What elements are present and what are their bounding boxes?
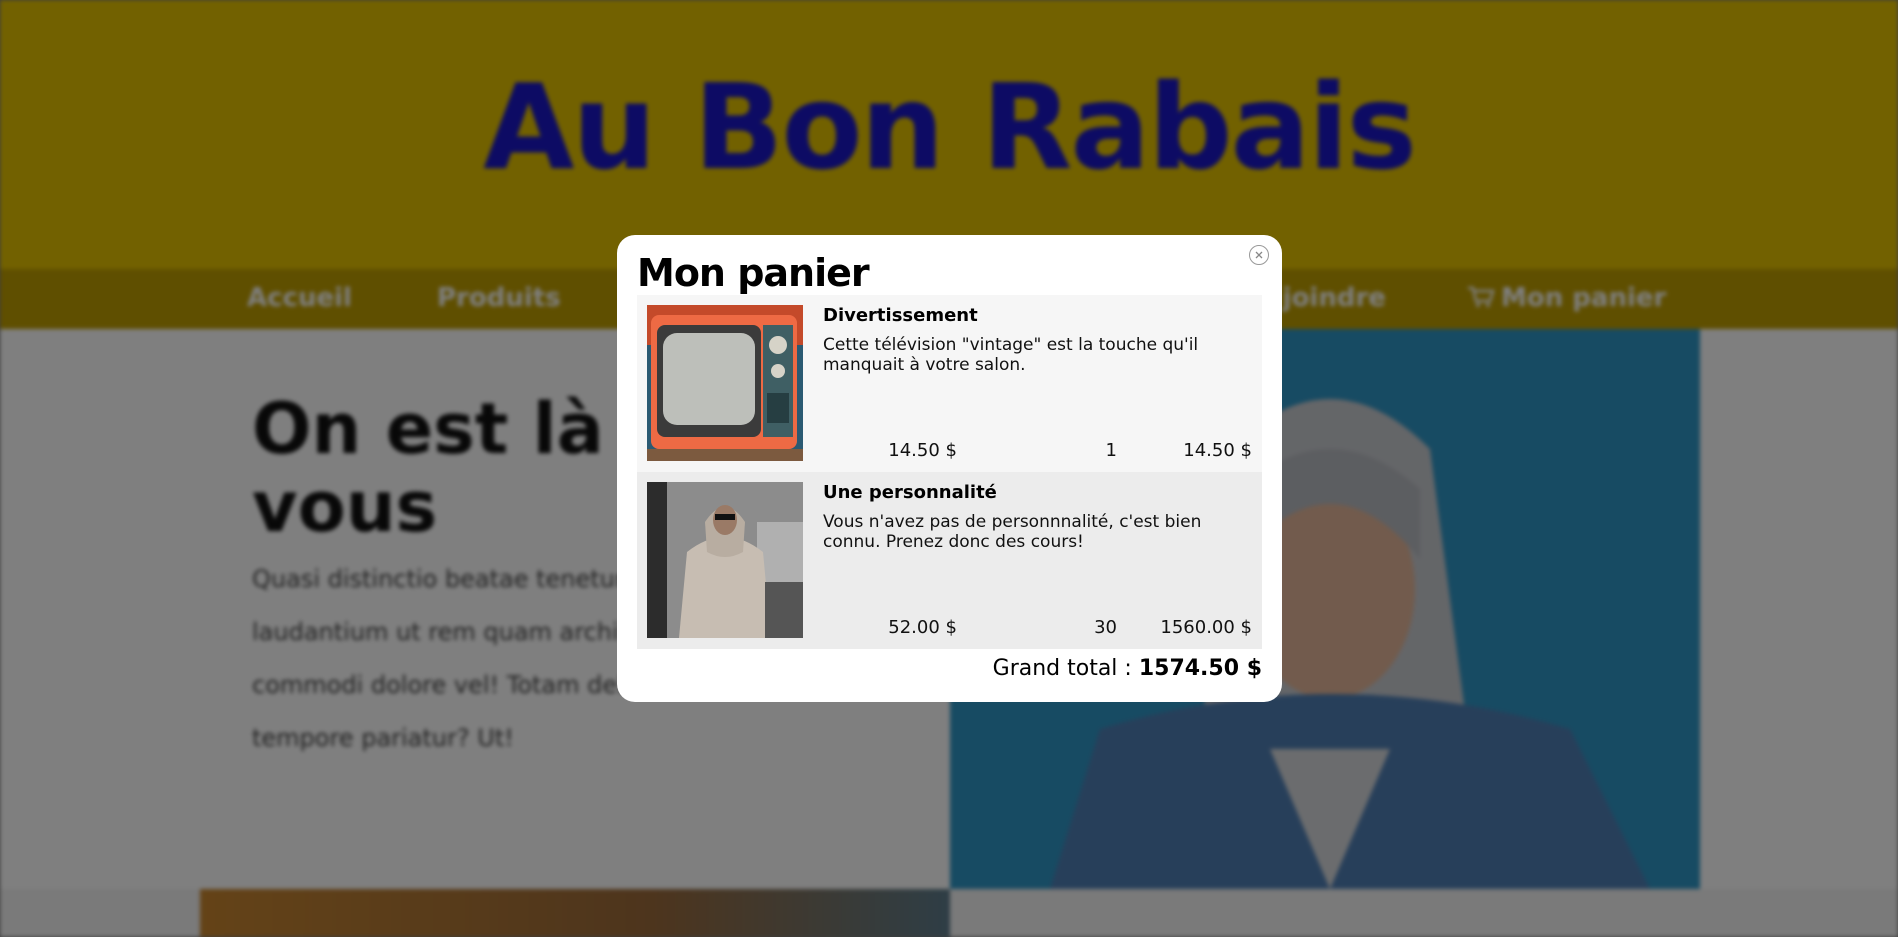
item-total: 1560.00 $	[1160, 617, 1252, 638]
grand-total-label: Grand total :	[992, 656, 1139, 681]
grand-total: Grand total : 1574.50 $	[993, 656, 1262, 681]
item-price: 52.00 $	[888, 617, 957, 638]
close-icon	[1255, 251, 1263, 259]
item-name: Divertissement	[823, 305, 978, 326]
item-description: Cette télévision "vintage" est la touche…	[823, 335, 1199, 375]
cart-item: Une personnalité Vous n'avez pas de pers…	[637, 472, 1262, 649]
item-price: 14.50 $	[888, 440, 957, 461]
item-quantity: 1	[1105, 440, 1117, 461]
item-total: 14.50 $	[1183, 440, 1252, 461]
item-description: Vous n'avez pas de personnnalité, c'est …	[823, 512, 1202, 552]
cart-modal: Mon panier Divertissement Cette télévisi…	[617, 235, 1282, 702]
grand-total-value: 1574.50 $	[1138, 656, 1262, 681]
item-quantity: 30	[1094, 617, 1117, 638]
modal-title: Mon panier	[637, 251, 870, 295]
close-button[interactable]	[1249, 245, 1269, 265]
item-name: Une personnalité	[823, 482, 997, 503]
product-image-person	[647, 482, 803, 638]
product-image-tv	[647, 305, 803, 461]
cart-item: Divertissement Cette télévision "vintage…	[637, 295, 1262, 472]
